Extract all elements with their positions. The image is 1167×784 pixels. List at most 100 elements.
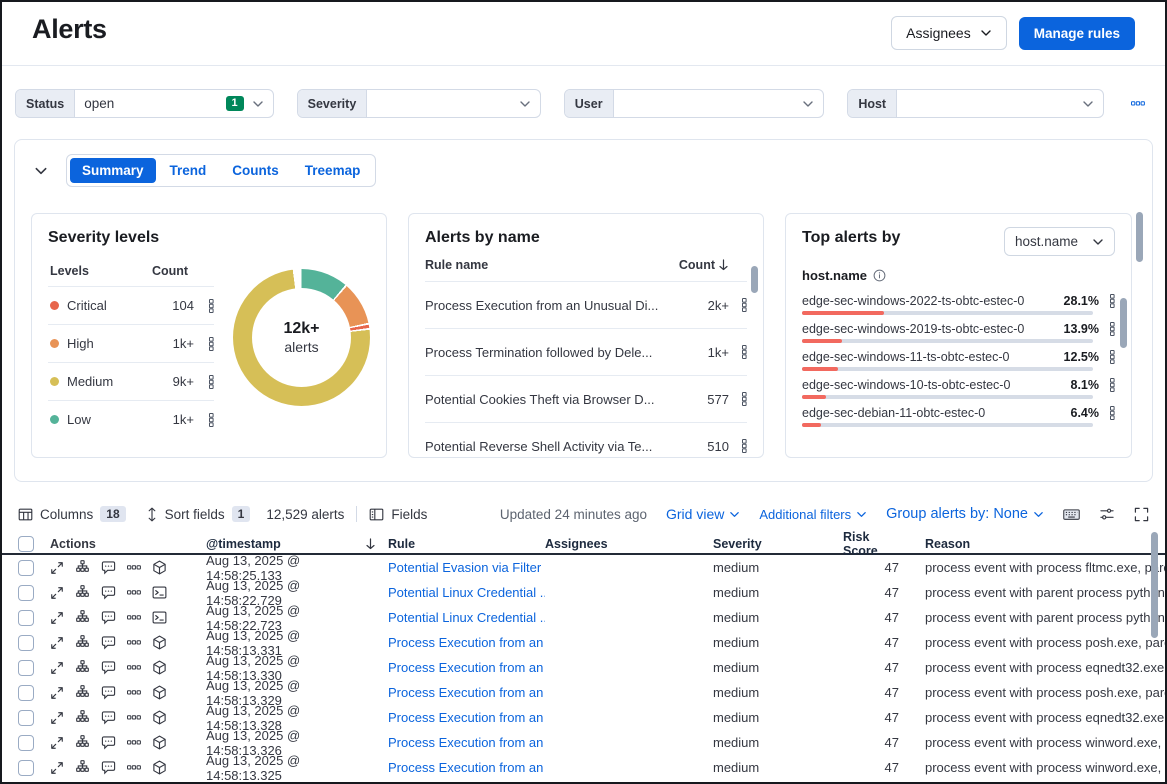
analyze-event-icon[interactable] — [75, 635, 90, 650]
table-scrollbar[interactable] — [1151, 532, 1158, 638]
manage-rules-button[interactable]: Manage rules — [1019, 17, 1135, 50]
section-scrollbar[interactable] — [1136, 212, 1143, 262]
comment-icon[interactable] — [101, 560, 116, 575]
rule-link[interactable]: Process Execution from an ... — [388, 710, 545, 725]
rule-link[interactable]: Potential Linux Credential ... — [388, 585, 545, 600]
analyze-event-icon[interactable] — [75, 735, 90, 750]
row-actions-kebab-icon[interactable] — [742, 345, 747, 359]
assignees-column-header[interactable]: Assignees — [545, 537, 713, 551]
comment-icon[interactable] — [101, 735, 116, 750]
analyze-event-icon[interactable] — [75, 560, 90, 575]
fields-button[interactable]: Fields — [369, 507, 427, 522]
more-actions-icon[interactable] — [127, 765, 141, 770]
filter-group-user[interactable]: User — [564, 89, 825, 118]
analyze-event-icon[interactable] — [75, 610, 90, 625]
row-actions-kebab-icon[interactable] — [209, 375, 214, 389]
more-actions-icon[interactable] — [127, 690, 141, 695]
terminal-event-icon[interactable] — [152, 585, 167, 600]
collapse-section-icon[interactable] — [31, 161, 51, 181]
comment-icon[interactable] — [101, 685, 116, 700]
tab-summary[interactable]: Summary — [70, 158, 156, 183]
filter-group-severity[interactable]: Severity — [297, 89, 541, 118]
package-event-icon[interactable] — [152, 685, 167, 700]
row-actions-kebab-icon[interactable] — [209, 337, 214, 351]
filter-group-host[interactable]: Host — [847, 89, 1104, 118]
comment-icon[interactable] — [101, 660, 116, 675]
more-filters-icon[interactable] — [1127, 97, 1149, 110]
more-actions-icon[interactable] — [127, 740, 141, 745]
expand-alert-icon[interactable] — [50, 661, 64, 675]
severity-donut-chart[interactable]: 12k+ alerts — [233, 269, 370, 406]
more-actions-icon[interactable] — [127, 715, 141, 720]
row-actions-kebab-icon[interactable] — [1110, 294, 1115, 308]
count-column-header[interactable]: Count — [679, 258, 715, 272]
inspect-controls-icon[interactable] — [1099, 507, 1115, 522]
expand-alert-icon[interactable] — [50, 686, 64, 700]
group-alerts-by-dropdown[interactable]: Group alerts by: None — [886, 506, 1044, 522]
risk-score-column-header[interactable]: Risk Score — [843, 530, 907, 558]
expand-alert-icon[interactable] — [50, 761, 64, 775]
top-alerts-field-select[interactable]: host.name — [1004, 227, 1115, 256]
analyze-event-icon[interactable] — [75, 760, 90, 775]
more-actions-icon[interactable] — [127, 665, 141, 670]
rule-column-header[interactable]: Rule — [388, 537, 545, 551]
rule-link[interactable]: Process Execution from an ... — [388, 635, 545, 650]
select-all-checkbox[interactable] — [18, 536, 34, 552]
expand-alert-icon[interactable] — [50, 736, 64, 750]
rule-link[interactable]: Process Execution from an ... — [388, 685, 545, 700]
row-checkbox[interactable] — [18, 710, 34, 726]
comment-icon[interactable] — [101, 585, 116, 600]
row-checkbox[interactable] — [18, 685, 34, 701]
analyze-event-icon[interactable] — [75, 710, 90, 725]
row-actions-kebab-icon[interactable] — [1110, 350, 1115, 364]
tab-treemap[interactable]: Treemap — [293, 158, 373, 183]
columns-button[interactable]: Columns 18 — [18, 506, 126, 522]
keyboard-shortcuts-icon[interactable] — [1063, 507, 1080, 522]
additional-filters-dropdown[interactable]: Additional filters — [759, 507, 867, 522]
panel-scrollbar[interactable] — [1120, 298, 1127, 348]
terminal-event-icon[interactable] — [152, 610, 167, 625]
analyze-event-icon[interactable] — [75, 685, 90, 700]
filter-group-status[interactable]: Status open 1 — [15, 89, 274, 118]
row-checkbox[interactable] — [18, 760, 34, 776]
sort-fields-button[interactable]: Sort fields 1 — [146, 506, 251, 522]
package-event-icon[interactable] — [152, 710, 167, 725]
row-checkbox[interactable] — [18, 610, 34, 626]
row-actions-kebab-icon[interactable] — [1110, 378, 1115, 392]
comment-icon[interactable] — [101, 635, 116, 650]
more-actions-icon[interactable] — [127, 615, 141, 620]
row-actions-kebab-icon[interactable] — [742, 439, 747, 453]
more-actions-icon[interactable] — [127, 565, 141, 570]
row-actions-kebab-icon[interactable] — [742, 298, 747, 312]
assignees-button[interactable]: Assignees — [891, 16, 1007, 50]
rule-link[interactable]: Process Execution from an ... — [388, 660, 545, 675]
package-event-icon[interactable] — [152, 560, 167, 575]
expand-alert-icon[interactable] — [50, 636, 64, 650]
row-actions-kebab-icon[interactable] — [209, 413, 214, 427]
timestamp-column-header[interactable]: @timestamp — [206, 537, 388, 551]
rule-link[interactable]: Potential Linux Credential ... — [388, 610, 545, 625]
expand-alert-icon[interactable] — [50, 586, 64, 600]
info-icon[interactable] — [873, 269, 886, 282]
analyze-event-icon[interactable] — [75, 585, 90, 600]
expand-alert-icon[interactable] — [50, 611, 64, 625]
row-actions-kebab-icon[interactable] — [209, 299, 214, 313]
row-actions-kebab-icon[interactable] — [1110, 322, 1115, 336]
row-actions-kebab-icon[interactable] — [742, 392, 747, 406]
package-event-icon[interactable] — [152, 635, 167, 650]
grid-view-dropdown[interactable]: Grid view — [666, 506, 740, 522]
rule-link[interactable]: Process Execution from an ... — [388, 735, 545, 750]
severity-column-header[interactable]: Severity — [713, 537, 843, 551]
comment-icon[interactable] — [101, 760, 116, 775]
panel-scrollbar[interactable] — [751, 266, 758, 293]
row-checkbox[interactable] — [18, 585, 34, 601]
tab-counts[interactable]: Counts — [220, 158, 291, 183]
row-checkbox[interactable] — [18, 735, 34, 751]
row-actions-kebab-icon[interactable] — [1110, 406, 1115, 420]
row-checkbox[interactable] — [18, 660, 34, 676]
package-event-icon[interactable] — [152, 660, 167, 675]
package-event-icon[interactable] — [152, 735, 167, 750]
expand-alert-icon[interactable] — [50, 561, 64, 575]
row-checkbox[interactable] — [18, 560, 34, 576]
fullscreen-icon[interactable] — [1134, 507, 1149, 522]
